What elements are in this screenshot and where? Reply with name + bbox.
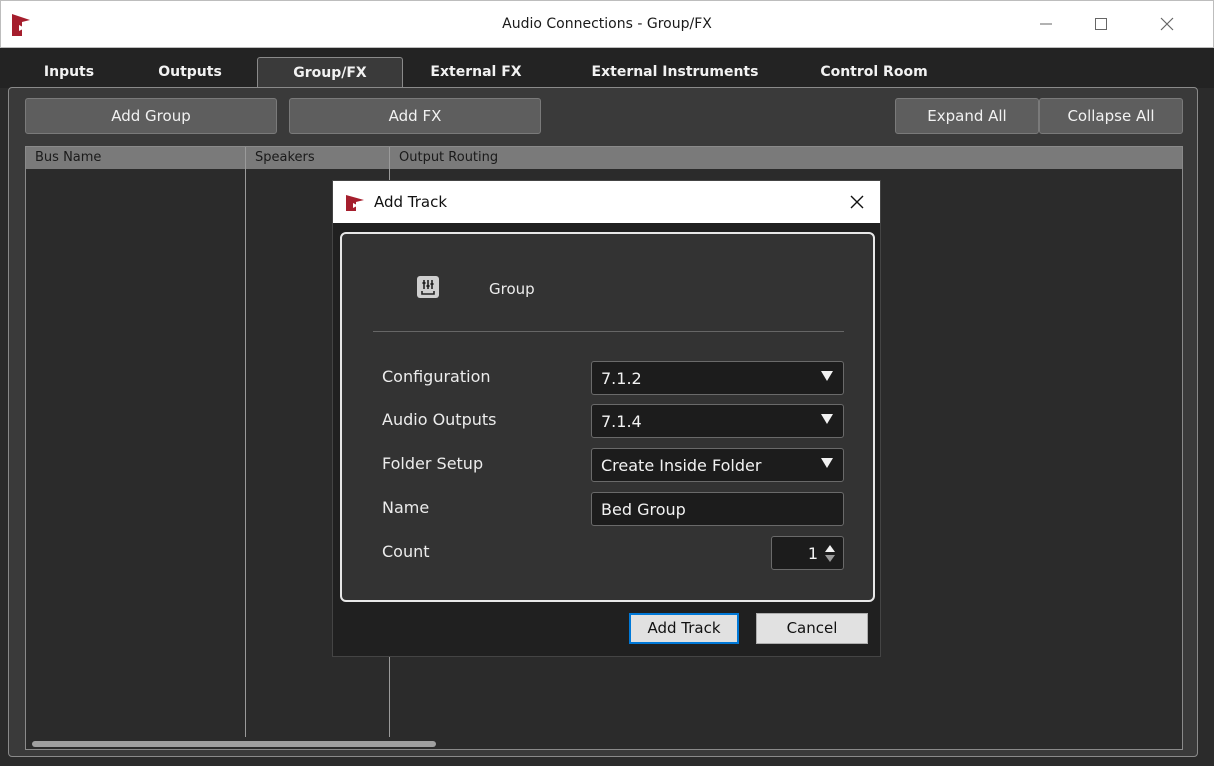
tab-group-fx[interactable]: Group/FX xyxy=(257,57,403,88)
configuration-select[interactable]: 7.1.2 xyxy=(591,361,844,395)
cancel-button[interactable]: Cancel xyxy=(756,613,868,644)
stepper-up-icon[interactable] xyxy=(825,545,835,552)
tab-outputs[interactable]: Outputs xyxy=(148,57,232,88)
count-label: Count xyxy=(382,542,430,561)
tab-control-room[interactable]: Control Room xyxy=(814,57,934,88)
tab-bar: Inputs Outputs Group/FX External FX Exte… xyxy=(0,48,1214,88)
divider xyxy=(373,331,844,332)
expand-all-button[interactable]: Expand All xyxy=(895,98,1039,134)
dialog-title: Add Track xyxy=(374,193,448,211)
horizontal-scrollbar[interactable] xyxy=(32,741,436,747)
minimize-button[interactable] xyxy=(1020,1,1072,47)
column-header-bus-name[interactable]: Bus Name xyxy=(35,150,101,165)
dialog-close-button[interactable] xyxy=(844,189,870,215)
add-group-button[interactable]: Add Group xyxy=(25,98,277,134)
audio-outputs-label: Audio Outputs xyxy=(382,410,497,429)
close-icon xyxy=(1160,17,1174,31)
dropdown-arrow-icon xyxy=(821,458,833,468)
column-header-output-routing[interactable]: Output Routing xyxy=(399,150,498,165)
add-track-button[interactable]: Add Track xyxy=(629,613,739,644)
folder-setup-value: Create Inside Folder xyxy=(601,456,762,475)
count-value: 1 xyxy=(807,544,818,563)
configuration-label: Configuration xyxy=(382,367,491,386)
column-divider[interactable] xyxy=(245,147,246,737)
grid-header: Bus Name Speakers Output Routing xyxy=(26,147,1182,169)
stepper-down-icon[interactable] xyxy=(825,555,835,562)
count-stepper[interactable]: 1 xyxy=(771,536,844,570)
column-header-speakers[interactable]: Speakers xyxy=(255,150,315,165)
name-label: Name xyxy=(382,498,430,517)
close-window-button[interactable] xyxy=(1141,1,1193,47)
collapse-all-button[interactable]: Collapse All xyxy=(1039,98,1183,134)
add-fx-button[interactable]: Add FX xyxy=(289,98,541,134)
dropdown-arrow-icon xyxy=(821,371,833,381)
tab-inputs[interactable]: Inputs xyxy=(34,57,104,88)
name-input[interactable]: Bed Group xyxy=(591,492,844,526)
window-titlebar: Audio Connections - Group/FX xyxy=(0,0,1214,48)
dialog-titlebar: Add Track xyxy=(333,181,880,223)
add-track-dialog: Add Track Group Configuration 7.1.2 Audi… xyxy=(332,180,881,657)
audio-outputs-value: 7.1.4 xyxy=(601,412,642,431)
dropdown-arrow-icon xyxy=(821,414,833,424)
configuration-value: 7.1.2 xyxy=(601,369,642,388)
maximize-icon xyxy=(1095,18,1107,30)
track-type-label: Group xyxy=(489,280,535,298)
dialog-body: Group Configuration 7.1.2 Audio Outputs … xyxy=(340,232,875,602)
group-track-icon xyxy=(417,276,439,298)
maximize-button[interactable] xyxy=(1075,1,1127,47)
group-fader-icon xyxy=(421,280,435,295)
tab-external-fx[interactable]: External FX xyxy=(418,57,534,88)
cubase-logo-icon xyxy=(346,195,364,211)
folder-setup-label: Folder Setup xyxy=(382,454,484,473)
name-value: Bed Group xyxy=(601,500,686,519)
tab-external-instruments[interactable]: External Instruments xyxy=(580,57,770,88)
minimize-icon xyxy=(1040,23,1052,25)
audio-outputs-select[interactable]: 7.1.4 xyxy=(591,404,844,438)
close-icon xyxy=(850,195,864,209)
folder-setup-select[interactable]: Create Inside Folder xyxy=(591,448,844,482)
